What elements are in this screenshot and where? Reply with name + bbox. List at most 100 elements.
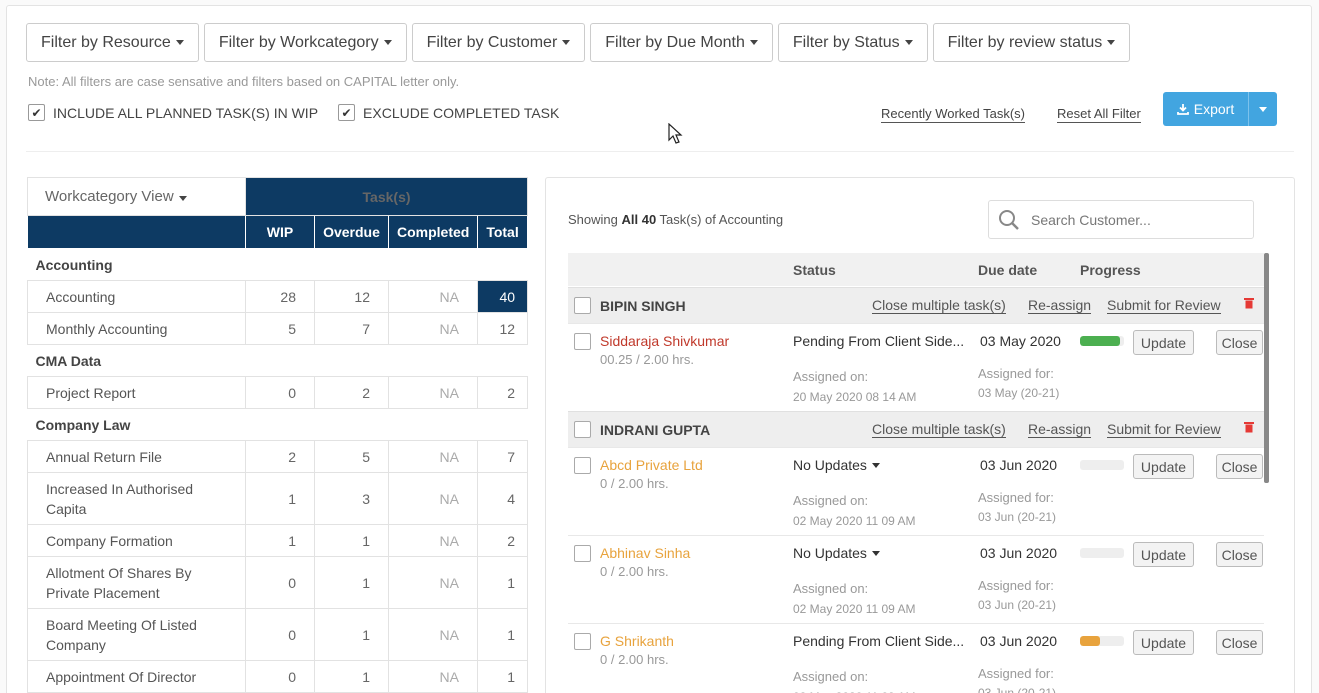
export-dropdown-toggle[interactable]	[1249, 106, 1277, 112]
progress-bar	[1080, 460, 1124, 470]
filter-status-button[interactable]: Filter by Status	[777, 23, 928, 62]
customer-name-link[interactable]: Siddaraja Shivkumar	[600, 333, 729, 349]
select-group-checkbox[interactable]	[574, 297, 591, 314]
group-resource-name: BIPIN SINGH	[600, 298, 686, 314]
search-customer-box[interactable]: Search Customer...	[988, 200, 1254, 239]
due-date: 03 Jun 2020	[980, 633, 1058, 649]
update-button[interactable]: Update	[1133, 330, 1194, 355]
wip-count[interactable]: 1	[245, 524, 315, 557]
filter-customer-button[interactable]: Filter by Customer	[411, 23, 586, 62]
task-status[interactable]: No Updates	[793, 457, 880, 473]
overdue-count[interactable]: 1	[314, 608, 389, 661]
category-name[interactable]: Project Report	[27, 376, 246, 409]
table-row[interactable]: Board Meeting Of Listed Company 0 1 NA 1	[27, 608, 529, 661]
table-row[interactable]: Appointment Of Director 0 1 NA 1	[27, 660, 529, 693]
table-row[interactable]: Increased In Authorised Capita 1 3 NA 4	[27, 472, 529, 525]
update-button[interactable]: Update	[1133, 630, 1194, 655]
filter-workcategory-button[interactable]: Filter by Workcategory	[203, 23, 407, 62]
trash-icon[interactable]	[1244, 421, 1254, 433]
export-button[interactable]: Export	[1163, 92, 1249, 126]
filter-due-month-button[interactable]: Filter by Due Month	[590, 23, 773, 62]
exclude-completed-checkbox[interactable]: ✔	[338, 104, 356, 121]
overdue-count[interactable]: 12	[314, 280, 389, 313]
close-button[interactable]: Close	[1216, 454, 1263, 479]
reassign-link[interactable]: Re-assign	[1028, 422, 1092, 438]
overdue-count[interactable]: 2	[314, 376, 389, 409]
completed-count: NA	[388, 660, 478, 693]
category-name[interactable]: Board Meeting Of Listed Company	[27, 608, 246, 661]
recently-worked-link[interactable]: Recently Worked Task(s)	[881, 106, 1026, 123]
wip-count[interactable]: 0	[245, 608, 315, 661]
overdue-count[interactable]: 3	[314, 472, 389, 525]
header-progress: Progress	[1080, 262, 1141, 278]
overdue-count[interactable]: 1	[314, 524, 389, 557]
close-multiple-link[interactable]: Close multiple task(s)	[872, 422, 1006, 438]
close-multiple-link[interactable]: Close multiple task(s)	[872, 298, 1006, 314]
select-task-checkbox[interactable]	[574, 545, 591, 562]
total-count[interactable]: 4	[476, 472, 529, 525]
overdue-count[interactable]: 7	[314, 312, 389, 345]
select-group-checkbox[interactable]	[574, 421, 591, 438]
category-name[interactable]: Appointment Of Director	[27, 660, 246, 693]
category-name[interactable]: Annual Return File	[27, 440, 246, 473]
table-row[interactable]: Company Formation 1 1 NA 2	[27, 524, 529, 557]
category-name[interactable]: Monthly Accounting	[27, 312, 246, 345]
close-button[interactable]: Close	[1216, 542, 1263, 567]
completed-count: NA	[388, 280, 478, 313]
trash-icon[interactable]	[1244, 297, 1254, 309]
caret-down-icon	[175, 40, 184, 45]
submit-review-link[interactable]: Submit for Review	[1107, 422, 1221, 438]
exclude-completed-checkbox-item[interactable]: ✔ EXCLUDE COMPLETED TASK	[338, 104, 559, 121]
total-count[interactable]: 1	[476, 608, 529, 661]
filter-resource-button[interactable]: Filter by Resource	[26, 23, 199, 62]
filter-label: Filter by Resource	[41, 33, 171, 51]
include-planned-checkbox[interactable]: ✔	[28, 104, 45, 121]
overdue-count[interactable]: 1	[314, 660, 389, 693]
table-row[interactable]: Monthly Accounting 5 7 NA 12	[27, 312, 529, 345]
overdue-count[interactable]: 5	[314, 440, 389, 473]
total-count[interactable]: 1	[476, 660, 529, 693]
wip-count[interactable]: 0	[245, 376, 315, 409]
close-button[interactable]: Close	[1216, 630, 1263, 655]
filter-review-status-button[interactable]: Filter by review status	[932, 23, 1131, 62]
total-count[interactable]: 7	[476, 440, 529, 473]
category-name[interactable]: Company Formation	[27, 524, 246, 557]
wip-count[interactable]: 0	[245, 556, 315, 609]
close-button[interactable]: Close	[1216, 330, 1263, 355]
scrollbar[interactable]	[1264, 253, 1269, 483]
overdue-count[interactable]: 1	[314, 556, 389, 609]
total-count[interactable]: 2	[476, 376, 529, 409]
table-row[interactable]: Allotment Of Shares By Private Placement…	[27, 556, 529, 609]
reassign-link[interactable]: Re-assign	[1028, 298, 1092, 314]
include-planned-checkbox-item[interactable]: ✔ INCLUDE ALL PLANNED TASK(S) IN WIP	[28, 104, 318, 121]
wip-count[interactable]: 28	[245, 280, 315, 313]
table-row[interactable]: Accounting 28 12 NA 40	[27, 280, 529, 313]
reset-all-filter-link[interactable]: Reset All Filter	[1057, 106, 1141, 123]
total-count[interactable]: 2	[476, 524, 529, 557]
category-name[interactable]: Allotment Of Shares By Private Placement	[27, 556, 246, 609]
customer-name-link[interactable]: G Shrikanth	[600, 633, 674, 649]
customer-name-link[interactable]: Abcd Private Ltd	[600, 457, 703, 473]
total-count[interactable]: 40	[476, 280, 529, 313]
task-status[interactable]: No Updates	[793, 545, 880, 561]
wip-count[interactable]: 2	[245, 440, 315, 473]
wip-count[interactable]: 1	[245, 472, 315, 525]
update-button[interactable]: Update	[1133, 542, 1194, 567]
workcategory-view-dropdown[interactable]: Workcategory View	[27, 177, 246, 216]
total-count[interactable]: 1	[476, 556, 529, 609]
submit-review-link[interactable]: Submit for Review	[1107, 298, 1221, 314]
customer-name-link[interactable]: Abhinav Sinha	[600, 545, 690, 561]
search-input[interactable]: Search Customer...	[1031, 212, 1151, 228]
wip-count[interactable]: 0	[245, 660, 315, 693]
table-row[interactable]: Project Report 0 2 NA 2	[27, 376, 529, 409]
select-task-checkbox[interactable]	[574, 633, 591, 650]
category-name[interactable]: Accounting	[27, 280, 246, 313]
task-hours: 0 / 2.00 hrs.	[600, 652, 669, 667]
update-button[interactable]: Update	[1133, 454, 1194, 479]
total-count[interactable]: 12	[476, 312, 529, 345]
select-task-checkbox[interactable]	[574, 333, 591, 350]
table-row[interactable]: Annual Return File 2 5 NA 7	[27, 440, 529, 473]
category-name[interactable]: Increased In Authorised Capita	[27, 472, 246, 525]
select-task-checkbox[interactable]	[574, 457, 591, 474]
wip-count[interactable]: 5	[245, 312, 315, 345]
